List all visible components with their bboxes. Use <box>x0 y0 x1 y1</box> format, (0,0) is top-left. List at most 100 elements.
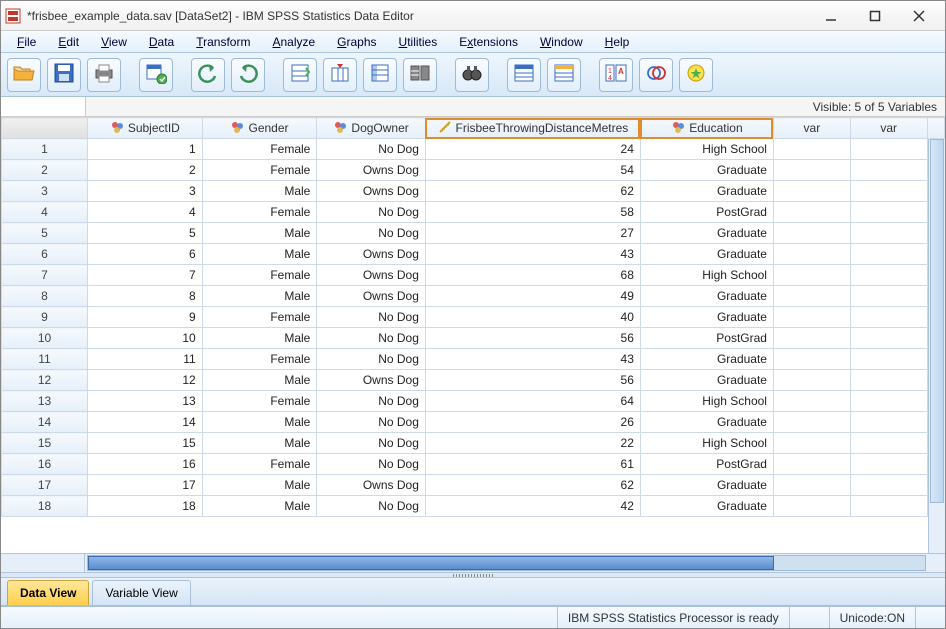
cell-empty[interactable] <box>773 412 850 433</box>
table-row[interactable]: 88MaleOwns Dog49Graduate <box>2 286 945 307</box>
menu-extensions[interactable]: Extensions <box>449 33 528 51</box>
cell-empty[interactable] <box>850 328 927 349</box>
menu-data[interactable]: Data <box>139 33 184 51</box>
cell-gender[interactable]: Male <box>202 244 317 265</box>
cell-education[interactable]: PostGrad <box>640 328 773 349</box>
cell-subjectid[interactable]: 16 <box>88 454 203 475</box>
cell-dogowner[interactable]: No Dog <box>317 328 426 349</box>
table-row[interactable]: 33MaleOwns Dog62Graduate <box>2 181 945 202</box>
cell-gender[interactable]: Male <box>202 370 317 391</box>
horizontal-scroll-thumb[interactable] <box>88 556 774 570</box>
menu-edit[interactable]: Edit <box>48 33 89 51</box>
cell-dogowner[interactable]: No Dog <box>317 307 426 328</box>
cell-frisbee[interactable]: 54 <box>425 160 640 181</box>
use-sets-button[interactable] <box>639 58 673 92</box>
cell-empty[interactable] <box>850 265 927 286</box>
cell-empty[interactable] <box>773 160 850 181</box>
row-number[interactable]: 12 <box>2 370 88 391</box>
row-number[interactable]: 3 <box>2 181 88 202</box>
cell-dogowner[interactable]: No Dog <box>317 349 426 370</box>
cell-education[interactable]: PostGrad <box>640 454 773 475</box>
tab-data-view[interactable]: Data View <box>7 580 89 605</box>
cell-frisbee[interactable]: 22 <box>425 433 640 454</box>
table-row[interactable]: 1212MaleOwns Dog56Graduate <box>2 370 945 391</box>
row-number[interactable]: 18 <box>2 496 88 517</box>
row-number[interactable]: 17 <box>2 475 88 496</box>
cell-empty[interactable] <box>773 370 850 391</box>
cell-empty[interactable] <box>850 139 927 160</box>
horizontal-scrollbar[interactable] <box>87 555 926 571</box>
cell-subjectid[interactable]: 9 <box>88 307 203 328</box>
cell-frisbee[interactable]: 68 <box>425 265 640 286</box>
col-header-subjectid[interactable]: SubjectID <box>88 118 203 139</box>
cell-gender[interactable]: Female <box>202 307 317 328</box>
row-number[interactable]: 4 <box>2 202 88 223</box>
menu-file[interactable]: File <box>7 33 46 51</box>
cell-dogowner[interactable]: No Dog <box>317 412 426 433</box>
cell-empty[interactable] <box>773 244 850 265</box>
row-number[interactable]: 9 <box>2 307 88 328</box>
show-all-variables-button[interactable] <box>679 58 713 92</box>
row-number[interactable]: 7 <box>2 265 88 286</box>
table-row[interactable]: 1515MaleNo Dog22High School <box>2 433 945 454</box>
cell-education[interactable]: Graduate <box>640 160 773 181</box>
cell-empty[interactable] <box>850 223 927 244</box>
table-row[interactable]: 1313FemaleNo Dog64High School <box>2 391 945 412</box>
cell-empty[interactable] <box>773 223 850 244</box>
cell-education[interactable]: Graduate <box>640 286 773 307</box>
cell-empty[interactable] <box>850 160 927 181</box>
cell-education[interactable]: Graduate <box>640 475 773 496</box>
cell-empty[interactable] <box>850 202 927 223</box>
split-file-button[interactable] <box>507 58 541 92</box>
cell-subjectid[interactable]: 17 <box>88 475 203 496</box>
cell-dogowner[interactable]: Owns Dog <box>317 181 426 202</box>
cell-reference-box[interactable] <box>1 97 86 116</box>
cell-gender[interactable]: Male <box>202 412 317 433</box>
cell-subjectid[interactable]: 2 <box>88 160 203 181</box>
cell-frisbee[interactable]: 62 <box>425 181 640 202</box>
data-grid[interactable]: SubjectID Gender DogOwner FrisbeeThrowin… <box>1 117 945 517</box>
weight-cases-button[interactable] <box>547 58 581 92</box>
cell-education[interactable]: Graduate <box>640 244 773 265</box>
find-button[interactable] <box>455 58 489 92</box>
cell-dogowner[interactable]: Owns Dog <box>317 370 426 391</box>
cell-empty[interactable] <box>850 181 927 202</box>
cell-dogowner[interactable]: No Dog <box>317 139 426 160</box>
row-number[interactable]: 2 <box>2 160 88 181</box>
cell-education[interactable]: Graduate <box>640 223 773 244</box>
redo-button[interactable] <box>231 58 265 92</box>
cell-gender[interactable]: Female <box>202 391 317 412</box>
cell-gender[interactable]: Female <box>202 160 317 181</box>
cell-education[interactable]: Graduate <box>640 370 773 391</box>
cell-empty[interactable] <box>850 349 927 370</box>
table-row[interactable]: 11FemaleNo Dog24High School <box>2 139 945 160</box>
cell-empty[interactable] <box>850 433 927 454</box>
cell-empty[interactable] <box>850 286 927 307</box>
cell-subjectid[interactable]: 10 <box>88 328 203 349</box>
cell-dogowner[interactable]: Owns Dog <box>317 265 426 286</box>
menu-view[interactable]: View <box>91 33 137 51</box>
cell-frisbee[interactable]: 27 <box>425 223 640 244</box>
cell-gender[interactable]: Male <box>202 286 317 307</box>
cell-empty[interactable] <box>773 307 850 328</box>
cell-gender[interactable]: Male <box>202 181 317 202</box>
menu-graphs[interactable]: Graphs <box>327 33 386 51</box>
cell-dogowner[interactable]: No Dog <box>317 496 426 517</box>
value-labels-button[interactable]: 14A <box>599 58 633 92</box>
cell-empty[interactable] <box>773 454 850 475</box>
cell-frisbee[interactable]: 24 <box>425 139 640 160</box>
cell-dogowner[interactable]: No Dog <box>317 223 426 244</box>
cell-empty[interactable] <box>850 391 927 412</box>
cell-education[interactable]: High School <box>640 265 773 286</box>
cell-gender[interactable]: Male <box>202 433 317 454</box>
col-header-empty[interactable]: var <box>773 118 850 139</box>
cell-empty[interactable] <box>850 370 927 391</box>
cell-subjectid[interactable]: 13 <box>88 391 203 412</box>
cell-frisbee[interactable]: 49 <box>425 286 640 307</box>
vertical-scroll-thumb[interactable] <box>930 139 944 503</box>
menu-window[interactable]: Window <box>530 33 593 51</box>
table-row[interactable]: 55MaleNo Dog27Graduate <box>2 223 945 244</box>
row-number[interactable]: 15 <box>2 433 88 454</box>
cell-frisbee[interactable]: 61 <box>425 454 640 475</box>
table-row[interactable]: 22FemaleOwns Dog54Graduate <box>2 160 945 181</box>
